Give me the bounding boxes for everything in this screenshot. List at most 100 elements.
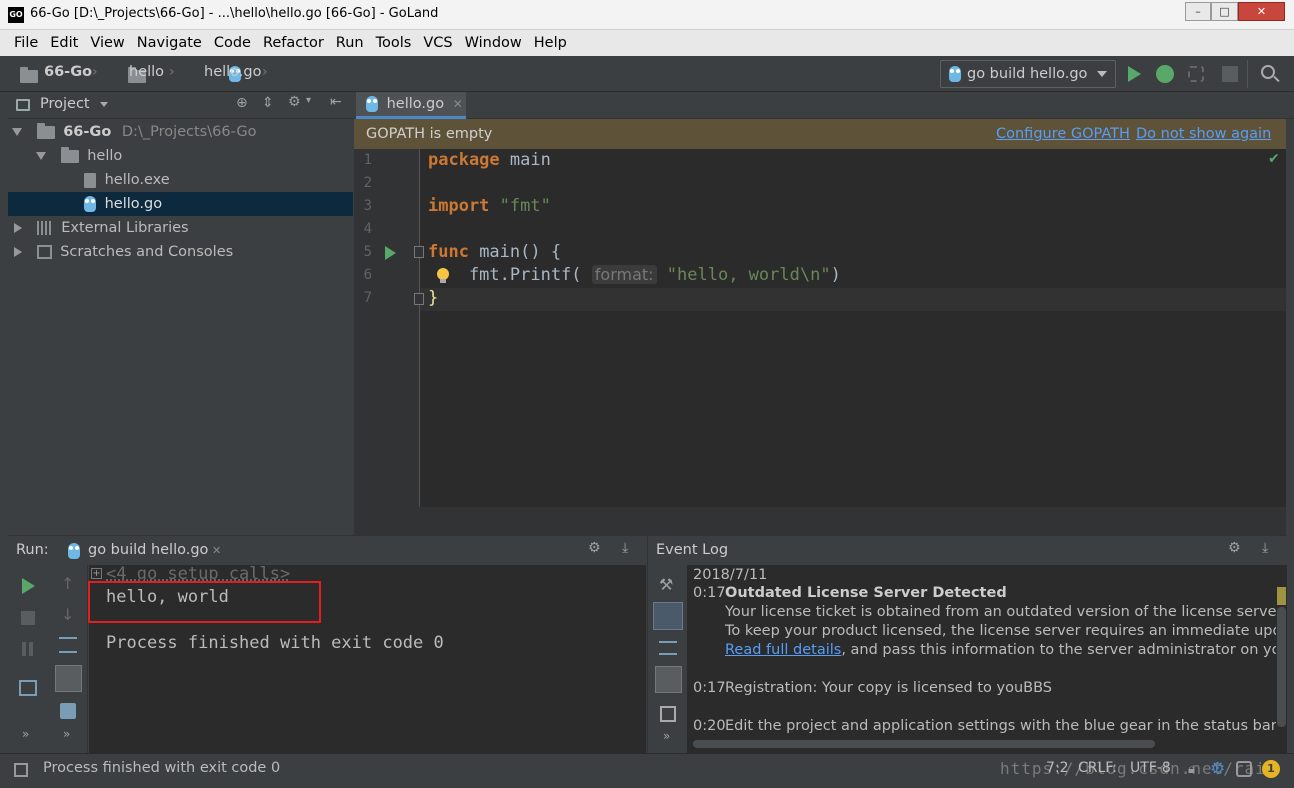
file-encoding[interactable]: UTF-8: [1130, 760, 1171, 776]
settings-dropdown-icon[interactable]: ▾: [306, 95, 311, 106]
gear-icon[interactable]: ⚙: [588, 540, 601, 556]
tab-hello-go[interactable]: hello.go ✕: [356, 92, 466, 119]
menu-navigate[interactable]: Navigate: [131, 35, 208, 51]
lock-icon[interactable]: 🔒︎: [1188, 762, 1195, 777]
close-tab-icon[interactable]: ✕: [212, 544, 221, 557]
go-config-icon: [68, 543, 80, 559]
expand-arrow-icon[interactable]: [12, 128, 22, 136]
expand-arrow-icon[interactable]: [14, 247, 22, 257]
line-number: 3: [363, 198, 372, 214]
scroll-to-end-icon[interactable]: [55, 665, 82, 692]
tree-item-scratches[interactable]: Scratches and Consoles: [8, 240, 353, 264]
code-text: main: [499, 150, 551, 170]
horizontal-scrollbar[interactable]: [693, 740, 1155, 748]
fold-marker-icon[interactable]: [414, 246, 424, 258]
close-tab-icon[interactable]: ✕: [453, 97, 463, 111]
menu-run[interactable]: Run: [330, 35, 370, 51]
close-button[interactable]: ✕: [1238, 2, 1285, 21]
menu-window[interactable]: Window: [459, 35, 528, 51]
expand-arrow-icon[interactable]: [36, 152, 46, 160]
menu-help[interactable]: Help: [528, 35, 573, 51]
more-icon[interactable]: »: [22, 727, 29, 741]
expand-arrow-icon[interactable]: [14, 223, 22, 233]
run-icon[interactable]: [1128, 66, 1141, 82]
code-line-5: func main() {: [428, 242, 561, 262]
menu-refactor[interactable]: Refactor: [257, 35, 330, 51]
hector-icon[interactable]: [1236, 761, 1252, 777]
no-problems-check-icon: ✔: [1268, 151, 1280, 167]
library-icon: [36, 221, 53, 235]
tree-item-hello-exe[interactable]: hello.exe: [8, 168, 353, 192]
caret-position[interactable]: 7:2: [1046, 760, 1069, 776]
configure-gopath-link[interactable]: Configure GOPATH: [996, 119, 1130, 149]
fold-expand-icon[interactable]: +: [91, 568, 102, 579]
read-full-details-link[interactable]: Read full details: [725, 642, 841, 658]
stop-icon[interactable]: [1222, 66, 1238, 82]
editor-scrollbar[interactable]: [1286, 149, 1294, 507]
menu-file[interactable]: File: [8, 35, 44, 51]
locate-file-icon[interactable]: ⊕: [236, 95, 248, 111]
tree-item-hello-go[interactable]: hello.go: [8, 192, 353, 216]
menu-code[interactable]: Code: [208, 35, 257, 51]
fold-marker-icon[interactable]: [414, 293, 424, 305]
breadcrumb-folder[interactable]: hello: [129, 64, 164, 80]
gear-icon[interactable]: ⚙: [288, 94, 301, 110]
chevron-right-icon: ›: [92, 64, 98, 80]
menu-view[interactable]: View: [84, 35, 130, 51]
maximize-button[interactable]: □: [1211, 2, 1238, 21]
rerun-icon[interactable]: [22, 578, 35, 594]
menu-edit[interactable]: Edit: [44, 35, 84, 51]
hide-panel-icon[interactable]: ⤓: [622, 540, 628, 556]
tree-item-external-libraries[interactable]: External Libraries: [8, 216, 353, 240]
more-icon[interactable]: »: [63, 727, 70, 741]
line-separator[interactable]: CRLF:: [1078, 760, 1117, 776]
layout-icon[interactable]: [19, 680, 37, 696]
event-date: 2018/7/11: [693, 567, 768, 583]
breadcrumb-project[interactable]: 66-Go: [44, 64, 92, 80]
down-arrow-icon[interactable]: ↓: [61, 605, 74, 624]
hide-panel-icon[interactable]: ⤓: [1262, 540, 1268, 556]
more-icon[interactable]: »: [663, 729, 670, 743]
up-arrow-icon[interactable]: ↑: [61, 574, 74, 593]
stop-icon[interactable]: [21, 611, 35, 625]
soft-wrap-icon[interactable]: [59, 637, 77, 653]
event-time: 0:20: [693, 718, 726, 734]
folder-icon: [60, 146, 79, 163]
line-number: 1: [363, 152, 372, 168]
tool-windows-icon[interactable]: [14, 763, 28, 777]
scroll-to-end-icon[interactable]: [655, 666, 682, 693]
minimize-button[interactable]: –: [1185, 2, 1211, 21]
debug-icon[interactable]: [1156, 65, 1174, 83]
menu-tools[interactable]: Tools: [370, 35, 418, 51]
chevron-right-icon: ›: [262, 64, 268, 80]
tree-item-project-root[interactable]: 66-Go D:\_Projects\66-Go: [8, 120, 353, 144]
project-folder-icon: [20, 66, 38, 83]
run-tab-label[interactable]: go build hello.go: [88, 542, 208, 558]
notifications-badge[interactable]: 1: [1262, 760, 1280, 778]
tree-item-hello[interactable]: hello: [8, 144, 353, 168]
coverage-icon[interactable]: [1188, 66, 1204, 82]
run-configuration-select[interactable]: go build hello.go: [940, 60, 1116, 88]
event-log-body[interactable]: 2018/7/11 0:17 Outdated License Server D…: [687, 565, 1276, 753]
event-log-scrollbar[interactable]: [1276, 565, 1287, 753]
project-panel-title[interactable]: Project: [40, 96, 90, 112]
mark-read-icon[interactable]: [660, 706, 676, 722]
soft-wrap-icon[interactable]: [659, 641, 677, 655]
collapse-all-icon[interactable]: ⇕: [262, 95, 274, 111]
notification-balloon-icon[interactable]: [653, 602, 683, 630]
run-gutter-icon[interactable]: [385, 246, 396, 260]
menu-vcs[interactable]: VCS: [417, 35, 458, 51]
gear-icon[interactable]: ⚙: [1228, 540, 1241, 556]
scrollbar-thumb[interactable]: [1277, 607, 1286, 727]
chevron-down-icon[interactable]: [100, 102, 108, 107]
print-icon[interactable]: [60, 703, 76, 719]
pause-icon[interactable]: [22, 642, 26, 656]
settings-gear-icon[interactable]: ⚙: [1210, 759, 1225, 779]
wrench-icon[interactable]: ⚒: [659, 575, 673, 594]
current-line-highlight: [420, 288, 1286, 311]
hide-panel-icon[interactable]: ⇤: [330, 94, 342, 110]
breadcrumb-file[interactable]: hello.go: [204, 64, 261, 80]
code-line-1: package main: [428, 150, 551, 170]
event-text: Your license ticket is obtained from an …: [725, 604, 1276, 620]
do-not-show-again-link[interactable]: Do not show again: [1136, 119, 1271, 149]
